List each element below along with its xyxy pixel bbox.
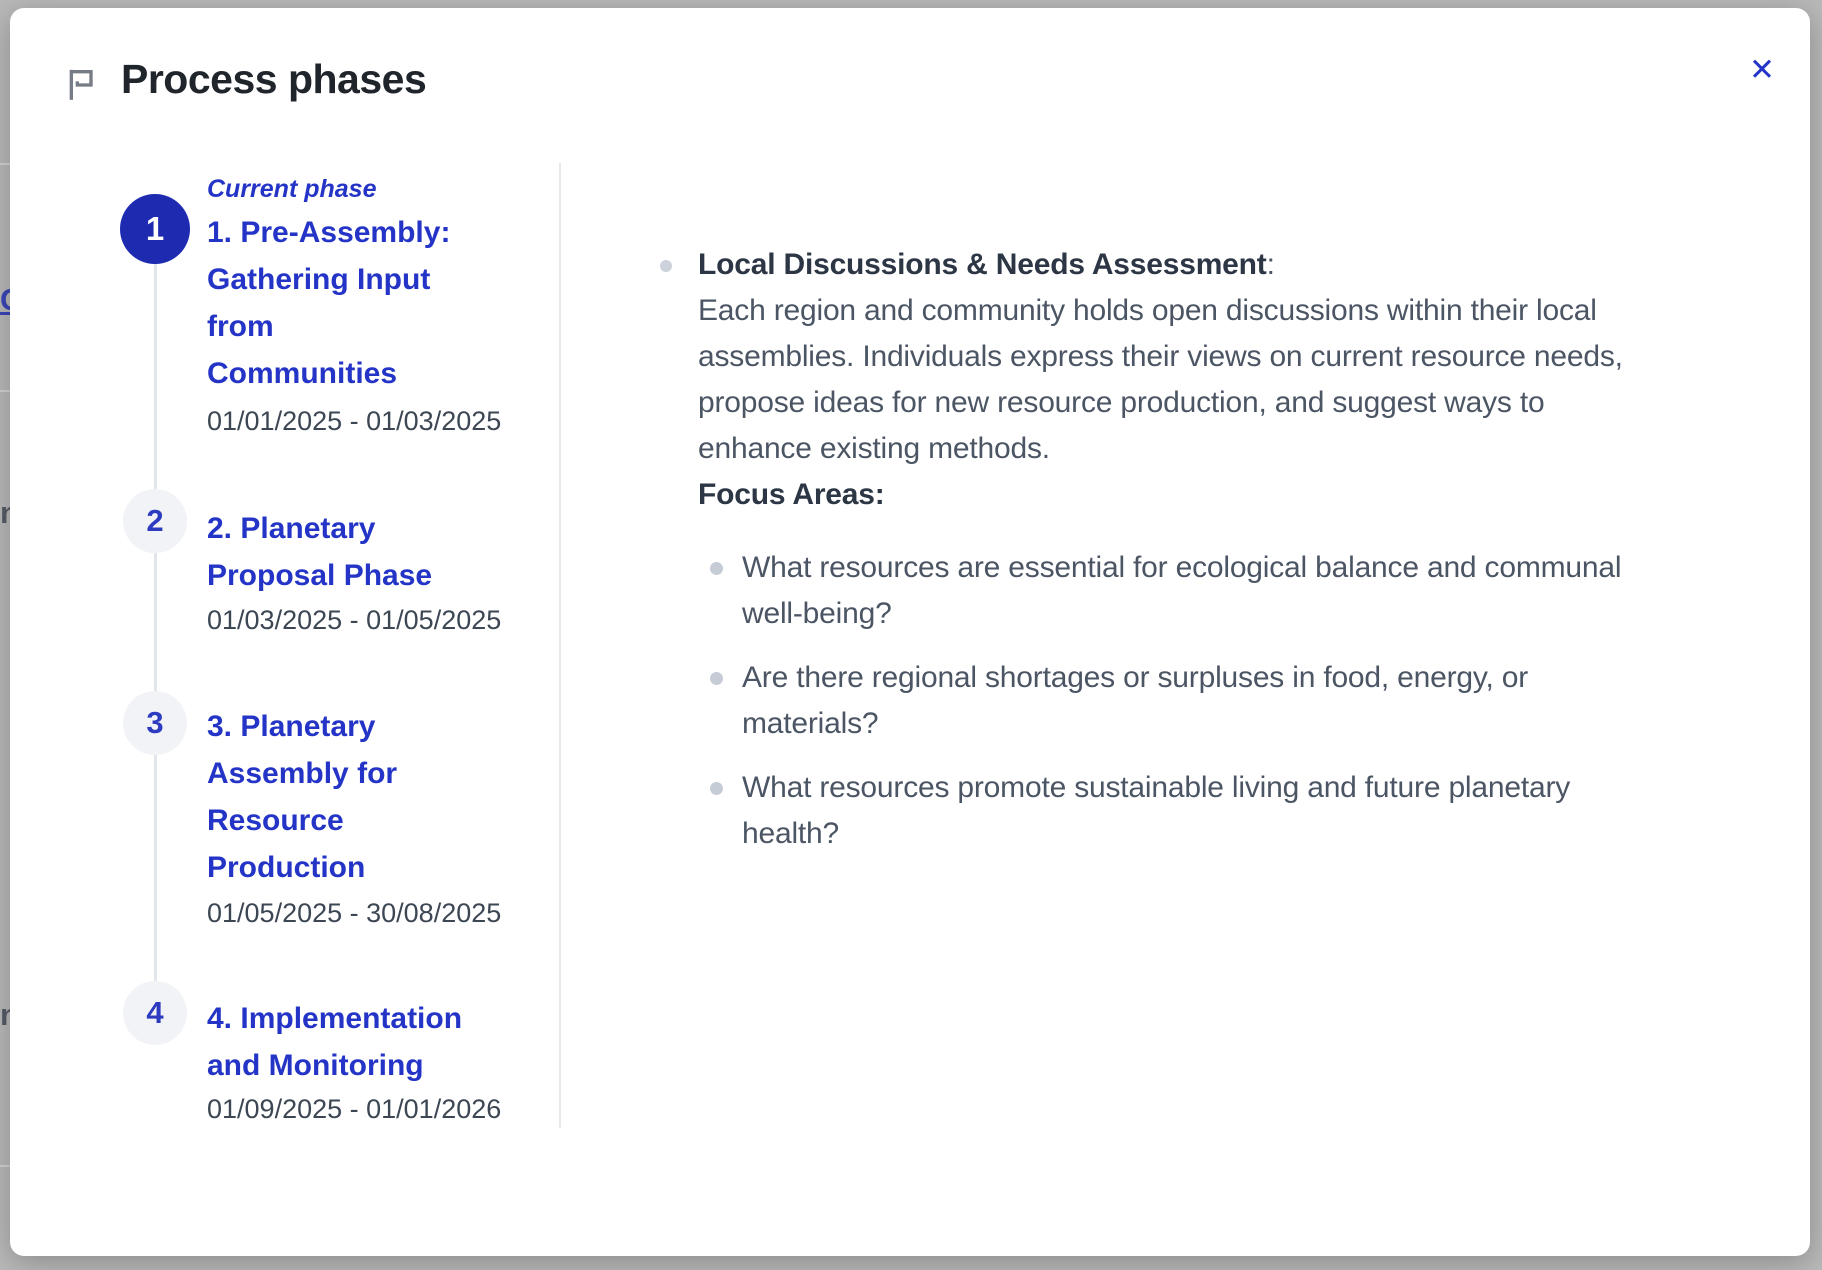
- phase-step-circle-4: 4: [123, 981, 187, 1045]
- bullet-dot: [710, 782, 723, 795]
- dialog-title: Process phases: [121, 56, 426, 103]
- phase-dates-4: 01/09/2025 - 01/01/2026: [207, 1094, 552, 1125]
- phase-description: Local Discussions & Needs Assessment: Ea…: [698, 242, 1763, 518]
- phase-link-1[interactable]: 1. Pre-Assembly: Gathering Input from Co…: [207, 209, 552, 397]
- phase-dates-3: 01/05/2025 - 30/08/2025: [207, 898, 552, 929]
- description-heading: Local Discussions & Needs Assessment: [698, 248, 1267, 281]
- phase-step-circle-1: 1: [120, 194, 190, 264]
- focus-area-item: Are there regional shortages or surpluse…: [742, 655, 1757, 747]
- process-phases-dialog: Process phases ✕ 1 2 3 4 Current phase 1…: [10, 8, 1810, 1256]
- bullet-dot: [710, 672, 723, 685]
- phase-step-number: 1: [146, 210, 164, 248]
- phase-link-4[interactable]: 4. Implementation and Monitoring: [207, 995, 552, 1089]
- close-icon[interactable]: ✕: [1738, 46, 1786, 94]
- timeline-connector-line: [154, 229, 157, 1019]
- description-heading-line: Local Discussions & Needs Assessment:: [698, 242, 1763, 288]
- phase-step-number: 2: [146, 503, 163, 539]
- phase-step-number: 3: [146, 705, 163, 741]
- phase-step-number: 4: [146, 995, 163, 1031]
- phase-link-3[interactable]: 3. Planetary Assembly for Resource Produ…: [207, 703, 552, 891]
- bullet-dot: [710, 562, 723, 575]
- phase-step-circle-2: 2: [123, 489, 187, 553]
- phase-dates-1: 01/01/2025 - 01/03/2025: [207, 406, 552, 437]
- current-phase-badge: Current phase: [207, 175, 376, 204]
- bullet-dot: [660, 260, 672, 272]
- focus-area-item: What resources promote sustainable livin…: [742, 765, 1757, 857]
- phase-dates-2: 01/03/2025 - 01/05/2025: [207, 605, 552, 636]
- phase-step-circle-3: 3: [123, 691, 187, 755]
- description-heading-colon: :: [1267, 248, 1275, 281]
- flag-icon: [63, 64, 103, 104]
- focus-areas-label: Focus Areas:: [698, 472, 1763, 518]
- column-divider: [559, 163, 561, 1128]
- description-body: Each region and community holds open dis…: [698, 288, 1763, 472]
- phase-link-2[interactable]: 2. Planetary Proposal Phase: [207, 505, 552, 599]
- focus-area-item: What resources are essential for ecologi…: [742, 545, 1757, 637]
